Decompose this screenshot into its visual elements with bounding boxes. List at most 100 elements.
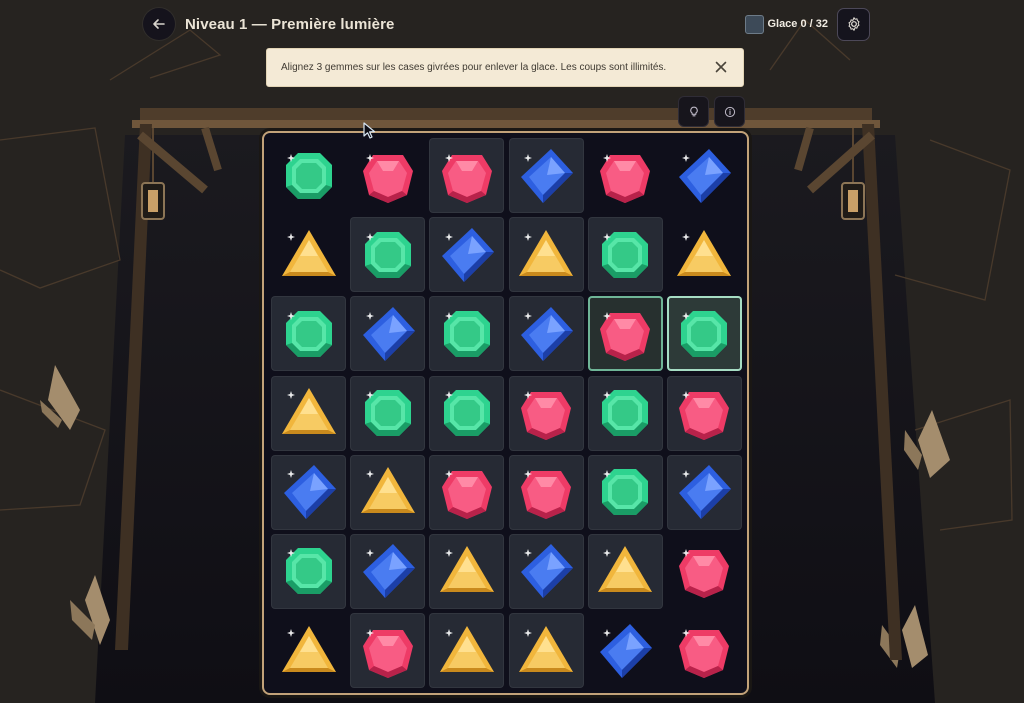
mouse-cursor-icon bbox=[363, 122, 376, 139]
board-cell[interactable] bbox=[587, 296, 663, 372]
yellow-gem-icon bbox=[677, 229, 732, 276]
board-cell[interactable] bbox=[429, 454, 505, 530]
board-cell[interactable] bbox=[587, 454, 663, 530]
blue-gem-icon bbox=[283, 465, 336, 520]
yellow-gem-icon bbox=[281, 625, 336, 672]
board-cell[interactable] bbox=[350, 613, 426, 689]
board-cell[interactable] bbox=[429, 296, 505, 372]
blue-gem-icon bbox=[441, 227, 494, 282]
board-cell[interactable] bbox=[429, 217, 505, 293]
red-gem-icon bbox=[679, 628, 730, 678]
yellow-gem-icon bbox=[360, 467, 415, 514]
green-gem-icon bbox=[364, 390, 411, 437]
board-cell[interactable] bbox=[667, 217, 742, 292]
game-board bbox=[262, 131, 749, 695]
board-cell[interactable] bbox=[508, 138, 584, 213]
red-gem-icon bbox=[521, 391, 572, 441]
board-cell[interactable] bbox=[508, 613, 584, 689]
board-cell[interactable] bbox=[271, 296, 346, 372]
red-gem-icon bbox=[600, 153, 651, 203]
blue-gem-icon bbox=[521, 306, 574, 361]
yellow-gem-icon bbox=[439, 625, 494, 672]
green-gem-icon bbox=[364, 231, 411, 278]
green-gem-icon bbox=[285, 310, 332, 357]
board-cell[interactable] bbox=[508, 296, 584, 372]
red-gem-icon bbox=[679, 391, 730, 441]
level-title: Niveau 1 — Première lumière bbox=[185, 15, 395, 33]
yellow-gem-icon bbox=[519, 625, 574, 672]
board-cell[interactable] bbox=[350, 296, 426, 372]
yellow-gem-icon bbox=[439, 546, 494, 593]
board-cell[interactable] bbox=[587, 217, 663, 293]
green-gem-icon bbox=[285, 548, 332, 595]
board-cell[interactable] bbox=[666, 375, 742, 451]
board-cell[interactable] bbox=[667, 138, 742, 213]
board-cell[interactable] bbox=[350, 454, 426, 530]
board-cell[interactable] bbox=[508, 454, 584, 530]
yellow-gem-icon bbox=[281, 229, 336, 276]
red-gem-icon bbox=[362, 628, 413, 678]
board-cell[interactable] bbox=[588, 613, 663, 688]
blue-gem-icon bbox=[600, 623, 653, 678]
board-cell[interactable] bbox=[666, 454, 742, 530]
green-gem-icon bbox=[443, 390, 490, 437]
hint-toast: Alignez 3 gemmes sur les cases givrées p… bbox=[266, 48, 744, 87]
lightbulb-icon bbox=[689, 106, 698, 116]
board-cell[interactable] bbox=[508, 533, 584, 609]
board-cell[interactable] bbox=[350, 138, 425, 213]
board-cell[interactable] bbox=[667, 534, 742, 609]
settings-button[interactable] bbox=[837, 7, 870, 41]
board-cell[interactable] bbox=[667, 613, 742, 688]
board-cell[interactable] bbox=[429, 533, 505, 609]
board-cell[interactable] bbox=[271, 613, 346, 688]
board-cell[interactable] bbox=[350, 375, 426, 451]
board-cell[interactable] bbox=[666, 296, 742, 372]
yellow-gem-icon bbox=[281, 388, 336, 435]
board-cell[interactable] bbox=[429, 138, 505, 213]
board-cell[interactable] bbox=[429, 375, 505, 451]
back-button[interactable] bbox=[143, 8, 175, 40]
green-gem-icon bbox=[602, 231, 649, 278]
red-gem-icon bbox=[600, 311, 651, 361]
board-cell[interactable] bbox=[271, 138, 346, 213]
info-button[interactable] bbox=[714, 96, 745, 127]
board-cell[interactable] bbox=[271, 375, 346, 451]
board-cell[interactable] bbox=[271, 217, 346, 292]
red-gem-icon bbox=[362, 153, 413, 203]
red-gem-icon bbox=[441, 470, 492, 520]
red-gem-icon bbox=[441, 153, 492, 203]
gear-icon bbox=[848, 17, 859, 31]
blue-gem-icon bbox=[521, 148, 574, 203]
board-cell[interactable] bbox=[508, 217, 584, 293]
blue-gem-icon bbox=[679, 465, 732, 520]
toast-message: Alignez 3 gemmes sur les cases givrées p… bbox=[281, 62, 667, 73]
board-cell[interactable] bbox=[508, 375, 584, 451]
arrow-left-icon bbox=[153, 19, 165, 29]
board-cell[interactable] bbox=[588, 138, 663, 213]
green-gem-icon bbox=[285, 152, 332, 199]
green-gem-icon bbox=[602, 469, 649, 516]
board-cell[interactable] bbox=[587, 375, 663, 451]
toast-close-button[interactable] bbox=[699, 59, 743, 76]
close-icon bbox=[715, 61, 727, 73]
blue-gem-icon bbox=[679, 148, 732, 203]
green-gem-icon bbox=[443, 310, 490, 357]
board-cell[interactable] bbox=[271, 454, 346, 530]
board-cell[interactable] bbox=[429, 613, 505, 689]
info-icon bbox=[724, 106, 735, 117]
yellow-gem-icon bbox=[519, 229, 574, 276]
board-cell[interactable] bbox=[350, 533, 426, 609]
red-gem-icon bbox=[521, 470, 572, 520]
ice-counter: Glace 0 / 32 bbox=[745, 14, 828, 34]
board-cell[interactable] bbox=[350, 217, 426, 293]
hint-button[interactable] bbox=[678, 96, 709, 127]
green-gem-icon bbox=[602, 390, 649, 437]
ice-counter-text: Glace 0 / 32 bbox=[767, 18, 828, 30]
board-cell[interactable] bbox=[587, 533, 663, 609]
board-cell[interactable] bbox=[271, 533, 346, 609]
blue-gem-icon bbox=[362, 544, 415, 599]
blue-gem-icon bbox=[521, 544, 574, 599]
red-gem-icon bbox=[679, 549, 730, 599]
blue-gem-icon bbox=[362, 306, 415, 361]
gem-grid bbox=[271, 138, 742, 689]
